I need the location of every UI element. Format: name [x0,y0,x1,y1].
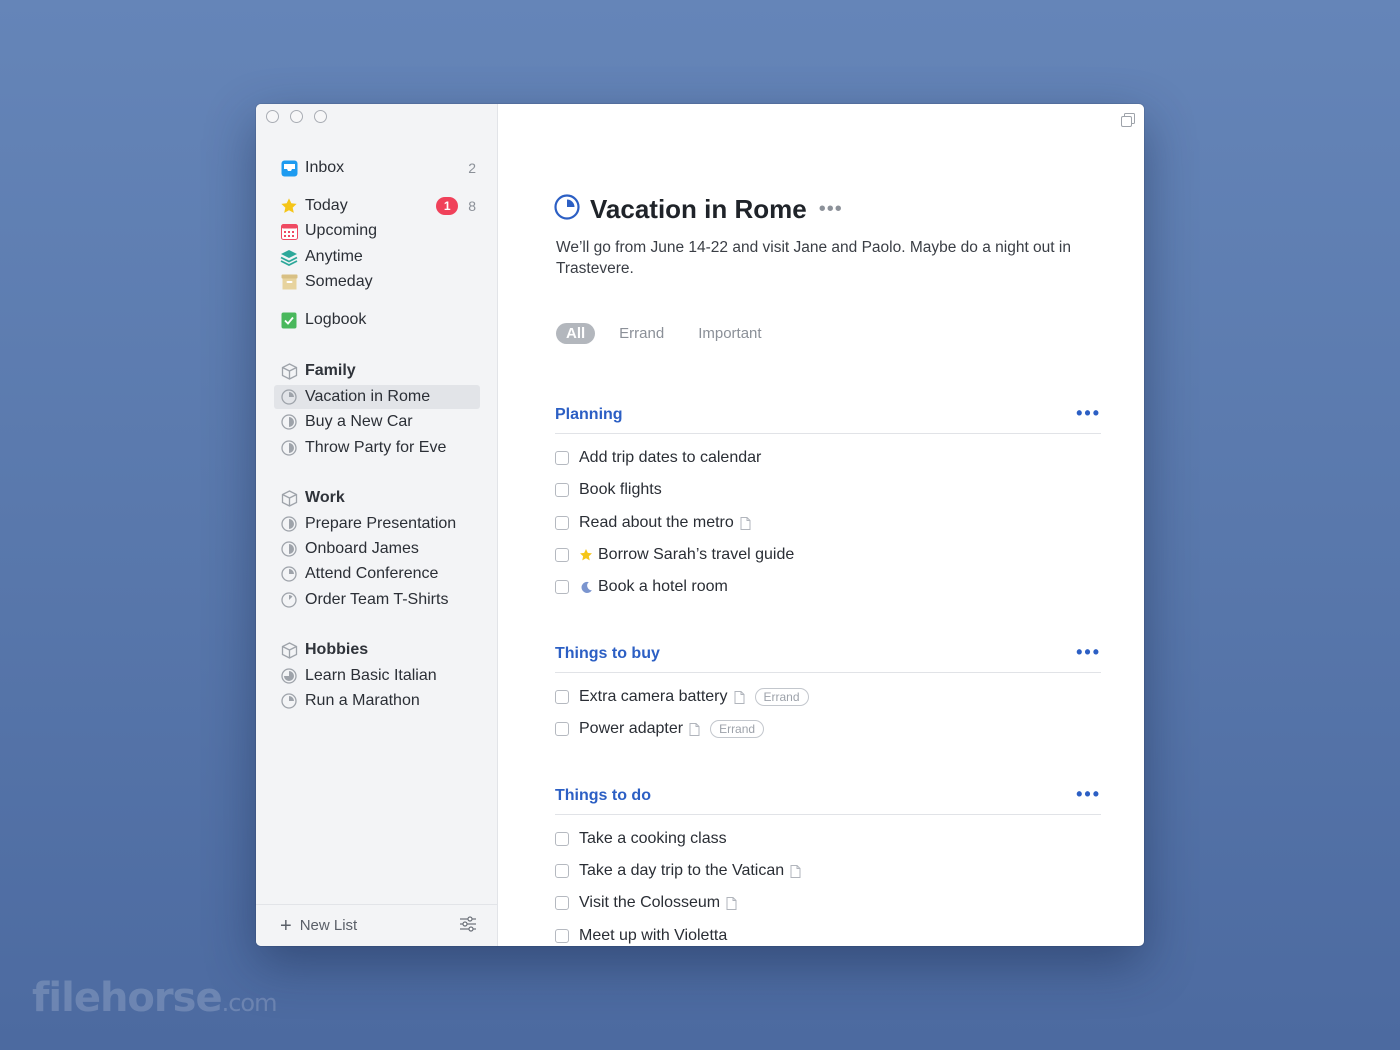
tag-filter-all[interactable]: All [556,323,596,344]
new-window-icon[interactable] [1120,112,1136,128]
todo-checkbox[interactable] [555,483,569,497]
sidebar-footer: + New List [256,904,497,946]
project-progress-icon [554,194,580,225]
todo-checkbox[interactable] [555,580,569,594]
area-cube-icon [280,362,298,380]
todo-checkbox[interactable] [555,548,569,562]
todo-checkbox[interactable] [555,929,569,943]
inbox-count: 2 [468,160,476,176]
heading-planning[interactable]: Planning ••• [555,404,1101,434]
sidebar-item-anytime[interactable]: Anytime [274,245,480,269]
inbox-icon [280,159,298,177]
project-progress-icon [280,413,298,431]
project-progress-icon [280,667,298,685]
todo-checkbox[interactable] [555,690,569,704]
sidebar-item-inbox[interactable]: Inbox 2 [274,156,480,180]
todo-checkbox[interactable] [555,896,569,910]
heading-things-to-do[interactable]: Things to do ••• [555,785,1101,815]
tag-filter-important[interactable]: Important [688,323,771,344]
moon-icon [579,580,593,594]
sidebar-project-attend-conference[interactable]: Attend Conference [274,562,480,586]
todo-item[interactable]: Read about the metro [555,511,751,535]
due-badge: 1 [436,197,459,215]
plus-icon: + [280,914,292,937]
project-title[interactable]: Vacation in Rome [590,194,807,225]
sidebar-project-buy-a-new-car[interactable]: Buy a New Car [274,410,480,434]
heading-more-button[interactable]: ••• [1076,785,1101,803]
tag-chip-errand: Errand [710,720,765,738]
heading-things-to-buy[interactable]: Things to buy ••• [555,643,1101,673]
todo-checkbox[interactable] [555,864,569,878]
tag-chip-errand: Errand [754,688,809,706]
todo-item[interactable]: Power adapter Errand [555,717,765,741]
area-cube-icon [280,489,298,507]
heading-more-button[interactable]: ••• [1076,643,1101,661]
project-header: Vacation in Rome ••• [554,194,843,225]
project-progress-icon [280,515,298,533]
sidebar-area-hobbies[interactable]: Hobbies [274,638,480,662]
note-icon [734,690,745,704]
tag-filter-bar: All Errand Important [556,323,772,344]
todo-item[interactable]: Meet up with Violetta [555,924,727,946]
today-count: 8 [468,198,476,214]
todo-checkbox[interactable] [555,722,569,736]
project-progress-icon [280,591,298,609]
todo-checkbox[interactable] [555,451,569,465]
tag-filter-errand[interactable]: Errand [609,323,674,344]
todo-item[interactable]: Visit the Colosseum [555,891,737,915]
todo-item[interactable]: Take a day trip to the Vatican [555,859,801,883]
sidebar-project-prepare-presentation[interactable]: Prepare Presentation [274,512,480,536]
sidebar-item-someday[interactable]: Someday [274,270,480,294]
sidebar-project-vacation-in-rome[interactable]: Vacation in Rome [274,385,480,409]
sidebar-project-order-team-t-shirts[interactable]: Order Team T-Shirts [274,588,480,612]
sidebar-area-work[interactable]: Work [274,486,480,510]
sidebar-item-today[interactable]: Today 1 8 [274,194,480,218]
sidebar-item-logbook[interactable]: Logbook [274,308,480,332]
sidebar-project-onboard-james[interactable]: Onboard James [274,537,480,561]
note-icon [740,516,751,530]
todo-item[interactable]: Book flights [555,478,662,502]
close-window-button[interactable] [266,110,279,123]
project-more-button[interactable]: ••• [819,198,843,221]
star-icon [280,197,298,215]
sidebar-project-learn-basic-italian[interactable]: Learn Basic Italian [274,664,480,688]
app-window: Inbox 2 Today 1 8 Upcoming Anytime Somed… [256,104,1144,946]
todo-item[interactable]: Add trip dates to calendar [555,446,761,470]
sidebar-project-run-a-marathon[interactable]: Run a Marathon [274,689,480,713]
settings-sliders-icon[interactable] [459,915,477,936]
note-icon [790,864,801,878]
todo-checkbox[interactable] [555,516,569,530]
project-progress-icon [280,565,298,583]
project-progress-icon [280,388,298,406]
zoom-window-button[interactable] [314,110,327,123]
project-progress-icon [280,439,298,457]
project-progress-icon [280,540,298,558]
note-icon [689,722,700,736]
project-view: Vacation in Rome ••• We’ll go from June … [498,104,1144,946]
minimize-window-button[interactable] [290,110,303,123]
project-notes[interactable]: We’ll go from June 14-22 and visit Jane … [556,237,1096,279]
area-cube-icon [280,641,298,659]
watermark: filehorse.com [32,975,277,1021]
calendar-icon [280,222,298,240]
todo-checkbox[interactable] [555,832,569,846]
todo-item[interactable]: Extra camera battery Errand [555,685,809,709]
layers-icon [280,248,298,266]
sidebar-project-throw-party-for-eve[interactable]: Throw Party for Eve [274,436,480,460]
window-controls [266,110,327,123]
new-list-button[interactable]: + New List [280,916,459,936]
note-icon [726,896,737,910]
logbook-icon [280,311,298,329]
todo-item[interactable]: Book a hotel room [555,575,728,599]
sidebar-item-upcoming[interactable]: Upcoming [274,219,480,243]
heading-more-button[interactable]: ••• [1076,404,1101,422]
archive-box-icon [280,273,298,291]
todo-item[interactable]: Borrow Sarah’s travel guide [555,543,794,567]
todo-item[interactable]: Take a cooking class [555,827,727,851]
sidebar: Inbox 2 Today 1 8 Upcoming Anytime Somed… [256,104,498,946]
sidebar-area-family[interactable]: Family [274,359,480,383]
star-icon [579,548,593,562]
project-progress-icon [280,692,298,710]
